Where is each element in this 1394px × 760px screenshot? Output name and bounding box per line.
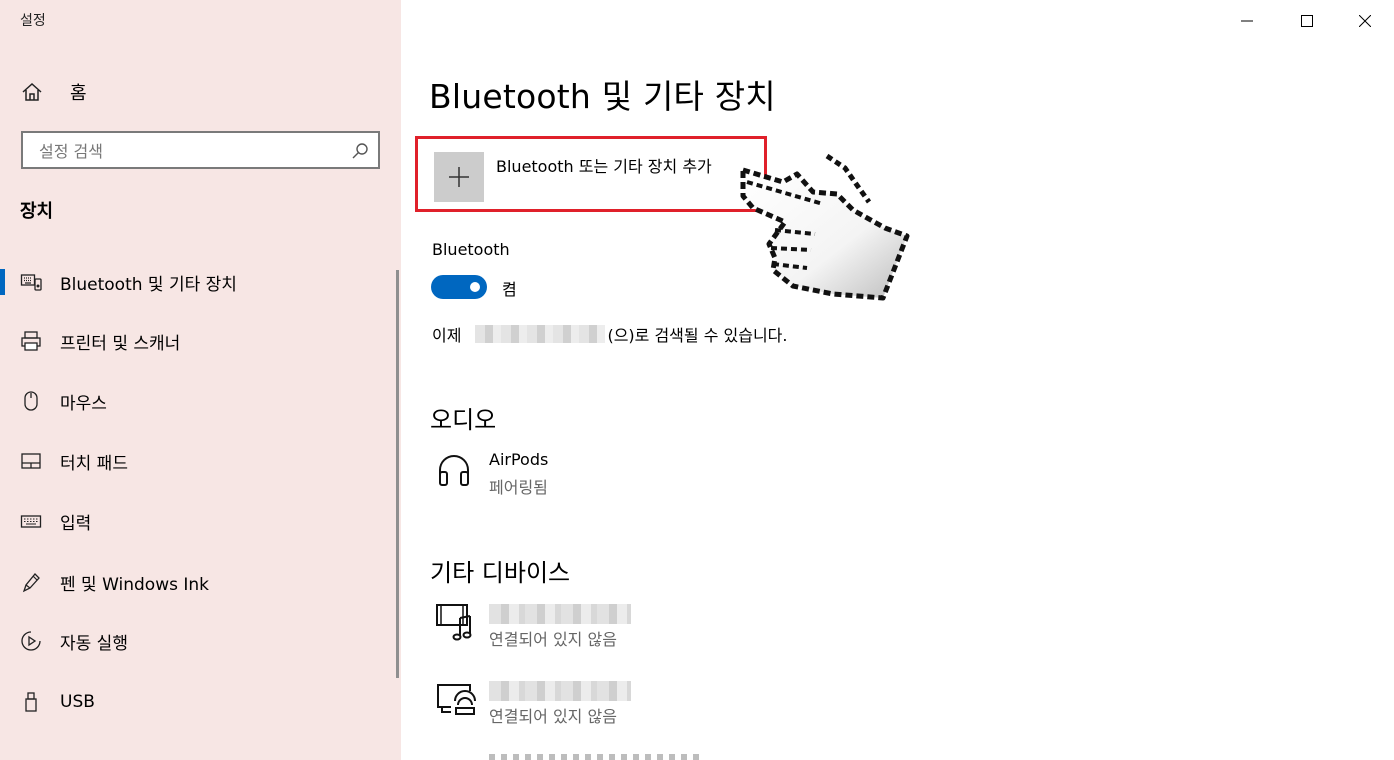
toggle-knob <box>470 282 480 292</box>
bluetooth-toggle[interactable] <box>431 275 487 299</box>
discoverable-prefix: 이제 <box>432 326 462 345</box>
sidebar-scrollbar[interactable] <box>396 270 399 678</box>
bluetooth-devices-icon <box>19 270 43 294</box>
close-icon <box>1359 15 1371 27</box>
audio-heading: 오디오 <box>430 406 497 434</box>
add-device-label: Bluetooth 또는 기타 장치 추가 <box>496 157 712 176</box>
sidebar-item-label: 펜 및 Windows Ink <box>60 574 210 595</box>
audio-device-airpods[interactable]: AirPods 페어링됨 <box>436 450 836 500</box>
media-device-icon <box>436 602 476 642</box>
sidebar-item-pen[interactable]: 펜 및 Windows Ink <box>0 562 401 602</box>
sidebar-item-mouse[interactable]: 마우스 <box>0 381 401 421</box>
printer-icon <box>19 329 43 353</box>
search-box[interactable] <box>21 131 380 169</box>
page-title: Bluetooth 및 기타 장치 <box>429 77 776 116</box>
sidebar-item-input[interactable]: 입력 <box>0 501 401 541</box>
search-input[interactable] <box>37 139 341 163</box>
sidebar-item-touchpad[interactable]: 터치 패드 <box>0 441 401 481</box>
other-device-2[interactable]: 연결되어 있지 않음 <box>436 679 836 729</box>
bluetooth-state: 켬 <box>502 280 517 299</box>
discoverable-text: 이제 (으)로 검색될 수 있습니다. <box>432 322 787 346</box>
sidebar: 설정 홈 장치 Bluetooth 및 기타 장치 프린터 및 스캐너 마우스 <box>0 0 401 760</box>
sidebar-item-label: 마우스 <box>60 393 107 414</box>
pointing-hand-icon <box>740 153 910 301</box>
search-icon[interactable] <box>350 141 370 161</box>
redacted-device-name <box>475 325 606 343</box>
device-status: 페어링됨 <box>489 478 548 497</box>
sidebar-item-label: 자동 실행 <box>60 633 128 654</box>
home-icon <box>20 80 44 104</box>
usb-icon <box>19 690 43 714</box>
app-title: 설정 <box>20 13 46 29</box>
sidebar-item-label: 프린터 및 스캐너 <box>60 333 181 354</box>
maximize-button[interactable] <box>1284 0 1330 42</box>
sidebar-item-label: USB <box>60 692 95 712</box>
headphones-icon <box>436 450 476 490</box>
sidebar-item-label: 터치 패드 <box>60 453 128 474</box>
redacted-device-name <box>489 604 631 624</box>
sidebar-item-printers[interactable]: 프린터 및 스캐너 <box>0 321 401 361</box>
plus-icon <box>434 152 484 202</box>
other-device-1[interactable]: 연결되어 있지 않음 <box>436 602 836 652</box>
autoplay-icon <box>19 629 43 653</box>
redacted-device-name <box>489 681 631 701</box>
sidebar-home-label: 홈 <box>70 83 87 104</box>
device-name: AirPods <box>489 450 549 469</box>
add-device-button[interactable]: Bluetooth 또는 기타 장치 추가 <box>415 136 767 212</box>
device-status: 연결되어 있지 않음 <box>489 707 617 726</box>
minimize-button[interactable] <box>1224 0 1270 42</box>
partial-device-row <box>489 754 704 760</box>
close-button[interactable] <box>1342 0 1388 42</box>
other-devices-heading: 기타 디바이스 <box>430 559 571 587</box>
main-content: Bluetooth 및 기타 장치 Bluetooth 또는 기타 장치 추가 … <box>401 0 1393 760</box>
pen-icon <box>19 570 43 594</box>
device-status: 연결되어 있지 않음 <box>489 630 617 649</box>
sidebar-item-autoplay[interactable]: 자동 실행 <box>0 621 401 661</box>
active-indicator <box>0 269 5 295</box>
sidebar-item-label: 입력 <box>60 513 92 534</box>
wireless-display-icon <box>436 679 476 719</box>
sidebar-item-usb[interactable]: USB <box>0 682 401 722</box>
touchpad-icon <box>19 449 43 473</box>
bluetooth-label: Bluetooth <box>432 240 510 259</box>
keyboard-icon <box>19 509 43 533</box>
sidebar-item-label: Bluetooth 및 기타 장치 <box>60 274 237 295</box>
section-title: 장치 <box>20 201 54 222</box>
sidebar-item-bluetooth[interactable]: Bluetooth 및 기타 장치 <box>0 262 401 302</box>
maximize-icon <box>1301 15 1313 27</box>
sidebar-home[interactable]: 홈 <box>20 78 87 106</box>
mouse-icon <box>19 389 43 413</box>
discoverable-suffix: (으)로 검색될 수 있습니다. <box>607 326 788 345</box>
minimize-icon <box>1241 20 1253 22</box>
